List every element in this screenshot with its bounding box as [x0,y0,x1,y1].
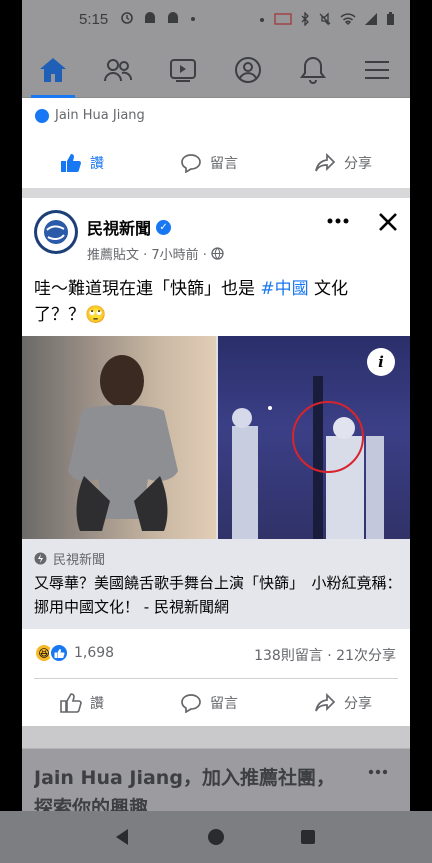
previous-post-card: Jain Hua Jiang 讚 留言 分享 [22,98,410,188]
like-label: 讚 [90,156,104,172]
verified-badge-icon: ✓ [156,219,172,235]
bolt-icon [34,552,47,565]
share-icon [315,693,336,712]
status-left-icons [120,11,197,29]
comment-button[interactable]: 留言 [170,147,248,179]
comments-shares-count[interactable]: 138則留言 · 21次分享 [254,645,396,665]
hide-post-button[interactable] [374,208,402,236]
globe-logo-icon [44,220,68,244]
back-button[interactable] [109,824,135,850]
thumbs-up-icon [60,693,82,713]
page-name: 民視新聞 [87,219,152,238]
post-actions: 讚 留言 分享 [22,683,410,723]
reaction-count: 1,698 [74,645,115,661]
back-icon [116,829,128,845]
reactions-summary[interactable]: 😆 1,698 138則留言 · 21次分享 [22,639,410,669]
mute-icon [318,12,332,30]
share-icon [315,153,336,172]
hashtag-link[interactable]: #中國 [260,279,308,299]
facebook-app: 5:15 Jain Hua Jiang 讚 留言 分享 民視新聞 ✓ 推薦貼文 … [22,0,410,863]
link-source: 民視新聞 [34,549,105,568]
liked-by-row: Jain Hua Jiang [35,108,145,123]
post-text: 哇～難道現在連「快篩」也是 #中國 文化了？？🙄 [34,276,394,328]
post-meta: 推薦貼文 · 7小時前 · [87,244,224,263]
post-text-before: 哇～難道現在連「快篩」也是 [34,279,261,299]
bluetooth-icon [300,11,310,30]
eye-roll-emoji: 🙄 [85,305,107,325]
suggested-groups-title: Jain Hua Jiang，加入推薦社團，探索你的興趣 [34,767,335,815]
top-nav [22,40,410,98]
profile-icon [235,57,261,83]
signal-icon [364,12,378,30]
comment-button[interactable]: 留言 [170,687,248,719]
post-meta-text: 推薦貼文 · 7小時前 · [87,248,207,263]
comment-icon [181,154,201,173]
recents-button[interactable] [295,824,321,850]
liked-by-name: Jain Hua Jiang [55,108,145,123]
ad-info-button[interactable]: i [367,348,395,376]
suggestion-more-button[interactable] [368,759,388,780]
home-icon [40,58,66,82]
nav-home[interactable] [31,48,75,98]
page-name-row[interactable]: 民視新聞 ✓ [87,215,172,239]
wifi-icon [340,12,356,30]
battery-icon [386,12,395,30]
more-horizontal-icon [327,218,349,224]
recents-icon [301,830,315,844]
dot-icon [258,12,266,30]
link-preview[interactable]: 民視新聞 又辱華？美國饒舌歌手舞台上演「快篩」 小粉紅竟稱：挪用中國文化！ - … [22,539,410,629]
nav-profile[interactable] [226,48,270,92]
share-label: 分享 [344,156,372,172]
like-reaction-icon [49,643,69,663]
comment-icon [181,694,201,713]
like-badge-icon [35,108,49,123]
more-options-button[interactable] [324,208,352,232]
watch-icon [170,59,196,82]
dot-icon [189,11,197,29]
phone-screen: 5:15 Jain Hua Jiang 讚 留言 分享 民視新聞 ✓ 推薦貼文 … [0,0,432,863]
like-label: 讚 [90,696,104,712]
divider [34,678,398,679]
share-button[interactable]: 分享 [304,147,382,179]
status-time: 5:15 [79,11,109,28]
rapper-photo [22,336,216,539]
status-right-icons [258,11,395,30]
nav-friends[interactable] [96,48,140,92]
info-icon: i [378,353,384,371]
home-button[interactable] [203,824,229,850]
alarm-icon [120,11,134,29]
page-avatar[interactable] [34,210,78,254]
globe-icon [211,247,224,260]
comment-label: 留言 [210,156,238,172]
close-icon [379,213,397,231]
android-icon [166,11,180,29]
status-bar: 5:15 [22,0,410,40]
like-button[interactable]: 讚 [50,687,114,719]
share-label: 分享 [344,696,372,712]
notifications-icon [300,56,326,84]
android-icon [143,11,157,29]
reaction-icons: 😆 [34,643,69,663]
more-horizontal-icon [368,769,388,775]
thumbs-up-icon [61,154,81,172]
comment-label: 留言 [210,696,238,712]
menu-icon [365,61,389,79]
link-source-name: 民視新聞 [53,553,106,568]
rec-icon [274,12,292,30]
system-navigation-bar [0,811,432,863]
link-preview-image[interactable]: i [22,336,410,539]
suggested-groups-card[interactable]: Jain Hua Jiang，加入推薦社團，探索你的興趣 [22,748,410,815]
previous-post-actions: 讚 留言 分享 [22,143,410,183]
nav-watch[interactable] [161,48,205,92]
home-circle-icon [208,829,224,845]
nav-notifications[interactable] [291,48,335,92]
friends-icon [104,59,132,82]
post-card: 民視新聞 ✓ 推薦貼文 · 7小時前 · 哇～難道現在連「快篩」也是 #中國 文… [22,198,410,726]
like-button[interactable]: 讚 [50,147,114,179]
nav-menu[interactable] [355,48,399,92]
feed-separator [22,726,410,748]
link-title: 又辱華？美國饒舌歌手舞台上演「快篩」 小粉紅竟稱：挪用中國文化！ - 民視新聞網 [34,574,402,616]
share-button[interactable]: 分享 [304,687,382,719]
page-logo [37,213,75,251]
